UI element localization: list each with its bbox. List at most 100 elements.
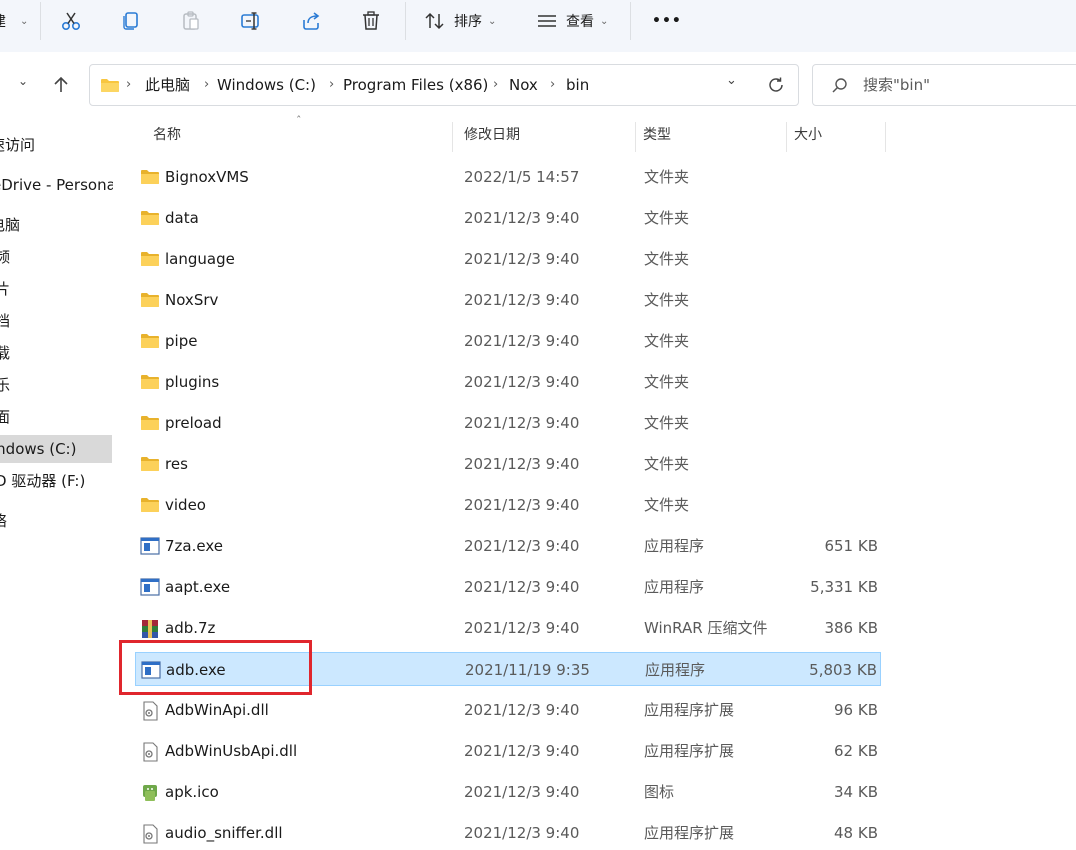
file-row[interactable]: apk.ico 2021/12/3 9:40 图标 34 KB	[135, 775, 881, 809]
breadcrumb-nox[interactable]: Nox	[509, 65, 538, 105]
file-row[interactable]: adb.7z 2021/12/3 9:40 WinRAR 压缩文件 386 KB	[135, 611, 881, 645]
clipboard-icon	[183, 11, 199, 30]
file-size: 5,803 KB	[809, 661, 877, 679]
view-label: 查看	[566, 14, 594, 30]
file-row[interactable]: data 2021/12/3 9:40 文件夹	[135, 201, 881, 235]
view-list-icon	[538, 15, 556, 27]
file-name: video	[165, 496, 206, 514]
file-row[interactable]: pipe 2021/12/3 9:40 文件夹	[135, 324, 881, 358]
file-row[interactable]: aapt.exe 2021/12/3 9:40 应用程序 5,331 KB	[135, 570, 881, 604]
file-name: language	[165, 250, 235, 268]
column-divider[interactable]	[885, 122, 886, 152]
share-button[interactable]	[300, 8, 322, 34]
nav-item-label: 面	[0, 408, 11, 426]
file-row[interactable]: 7za.exe 2021/12/3 9:40 应用程序 651 KB	[135, 529, 881, 563]
nav-item-label: 速访问	[0, 136, 36, 154]
file-modified-date: 2021/12/3 9:40	[464, 414, 580, 432]
file-row[interactable]: AdbWinUsbApi.dll 2021/12/3 9:40 应用程序扩展 62 K…	[135, 734, 881, 768]
column-header-type[interactable]: 类型	[643, 118, 783, 152]
file-name: data	[165, 209, 199, 227]
file-type: 文件夹	[644, 291, 690, 309]
file-row[interactable]: audio_sniffer.dll 2021/12/3 9:40 应用程序扩展 48 …	[135, 816, 881, 850]
file-row[interactable]: NoxSrv 2021/12/3 9:40 文件夹	[135, 283, 881, 317]
paste-button[interactable]	[180, 8, 202, 34]
recent-locations-chevron-icon[interactable]: ⌄	[18, 74, 28, 88]
file-type: 应用程序	[644, 537, 705, 555]
search-box[interactable]: 搜索"bin"	[812, 64, 1076, 106]
delete-button[interactable]	[360, 8, 382, 34]
file-size: 651 KB	[824, 537, 878, 555]
exe-icon	[140, 578, 160, 596]
breadcrumb-chevron-icon[interactable]: ›	[550, 65, 555, 105]
file-list: 名称 ˆ 修改日期 类型 大小 BignoxVMS 2022/1/5 14:57 文…	[113, 114, 1076, 844]
address-bar[interactable]: › 此电脑 › Windows (C:) › Program Files (x8…	[89, 64, 799, 106]
column-divider[interactable]	[786, 122, 787, 152]
sort-button[interactable]: 排序 ⌄	[424, 8, 496, 34]
new-button-label: 建	[0, 11, 6, 31]
column-header-type-label: 类型	[643, 127, 671, 143]
breadcrumb-windows-c[interactable]: Windows (C:)	[217, 65, 316, 105]
file-modified-date: 2021/12/3 9:40	[464, 250, 580, 268]
breadcrumb-bin[interactable]: bin	[566, 65, 589, 105]
nav-item-dvd-drive-f[interactable]: D 驱动器 (F:)	[0, 467, 112, 495]
column-header-date[interactable]: 修改日期	[464, 118, 634, 152]
refresh-icon[interactable]	[767, 76, 785, 94]
toolbar-divider	[630, 2, 631, 40]
view-button[interactable]: 查看 ⌄	[536, 8, 608, 34]
nav-item-videos[interactable]: 频	[0, 243, 112, 271]
file-size: 34 KB	[834, 783, 878, 801]
nav-item-label: 电脑	[0, 216, 21, 234]
copy-button[interactable]	[120, 8, 142, 34]
column-divider[interactable]	[635, 122, 636, 152]
breadcrumb-program-files-x86[interactable]: Program Files (x86)	[343, 65, 488, 105]
file-row[interactable]: res 2021/12/3 9:40 文件夹	[135, 447, 881, 481]
chevron-down-icon: ⌄	[600, 15, 609, 27]
file-row[interactable]: adb.exe 2021/11/19 9:35 应用程序 5,803 KB	[135, 652, 881, 686]
breadcrumb-chevron-icon[interactable]: ›	[493, 65, 498, 105]
search-input[interactable]: 搜索"bin"	[863, 65, 930, 105]
cut-button[interactable]	[60, 8, 82, 34]
file-row[interactable]: plugins 2021/12/3 9:40 文件夹	[135, 365, 881, 399]
rename-button[interactable]	[240, 8, 264, 34]
file-type: 文件夹	[644, 209, 690, 227]
file-type: 文件夹	[644, 168, 690, 186]
navigation-pane: 速访问 eDrive - Persona 电脑 频 片 档 载 乐 面 indo…	[0, 118, 113, 843]
file-row[interactable]: AdbWinApi.dll 2021/12/3 9:40 应用程序扩展 96 KB	[135, 693, 881, 727]
nav-item-pictures[interactable]: 片	[0, 275, 112, 303]
nav-item-onedrive[interactable]: eDrive - Persona	[0, 171, 113, 199]
address-history-chevron-icon[interactable]: ⌄	[726, 73, 737, 88]
nav-item-desktop[interactable]: 面	[0, 403, 112, 431]
nav-item-label: 片	[0, 280, 11, 298]
folder-icon	[140, 291, 160, 309]
breadcrumb-chevron-icon[interactable]: ›	[126, 65, 131, 105]
new-button[interactable]: 建 ⌄	[0, 8, 28, 34]
nav-item-downloads[interactable]: 载	[0, 339, 112, 367]
file-row[interactable]: language 2021/12/3 9:40 文件夹	[135, 242, 881, 276]
file-type: 应用程序	[645, 661, 706, 679]
file-type: WinRAR 压缩文件	[644, 619, 768, 637]
breadcrumb-chevron-icon[interactable]: ›	[329, 65, 334, 105]
column-header-size[interactable]: 大小	[794, 118, 884, 152]
file-row[interactable]: video 2021/12/3 9:40 文件夹	[135, 488, 881, 522]
breadcrumb-this-pc[interactable]: 此电脑	[145, 65, 190, 105]
nav-item-music[interactable]: 乐	[0, 371, 112, 399]
scissors-icon	[61, 12, 81, 31]
column-divider[interactable]	[452, 122, 453, 152]
file-row[interactable]: BignoxVMS 2022/1/5 14:57 文件夹	[135, 160, 881, 194]
nav-item-this-pc[interactable]: 电脑	[0, 211, 112, 239]
column-header-name[interactable]: 名称	[153, 118, 453, 152]
file-row[interactable]: preload 2021/12/3 9:40 文件夹	[135, 406, 881, 440]
more-options-button[interactable]: •••	[652, 8, 682, 34]
archive-icon	[140, 619, 160, 638]
file-name: BignoxVMS	[165, 168, 249, 186]
breadcrumb-chevron-icon[interactable]: ›	[204, 65, 209, 105]
share-icon	[303, 12, 320, 30]
folder-icon	[140, 332, 160, 350]
nav-item-quick-access[interactable]: 速访问	[0, 131, 112, 159]
up-arrow-icon[interactable]	[52, 76, 70, 94]
nav-item-documents[interactable]: 档	[0, 307, 112, 335]
file-size: 5,331 KB	[810, 578, 878, 596]
nav-item-network[interactable]: 络	[0, 507, 112, 535]
nav-item-windows-c[interactable]: indows (C:)	[0, 435, 112, 463]
file-modified-date: 2021/12/3 9:40	[464, 291, 580, 309]
